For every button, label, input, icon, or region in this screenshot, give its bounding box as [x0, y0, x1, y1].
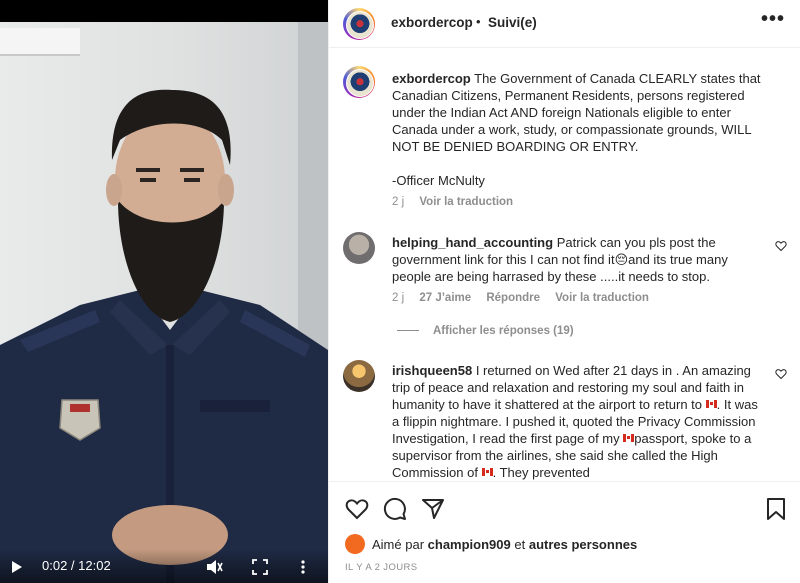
mute-icon[interactable]: [205, 559, 223, 575]
comment-body: irishqueen58 I returned on Wed after 21 …: [392, 362, 762, 480]
liked-by-avatar[interactable]: [345, 534, 365, 554]
video-frame-officer: [0, 89, 328, 583]
caption-avatar[interactable]: [343, 66, 375, 98]
post-actions: Aimé par champion909 et autres personnes…: [329, 481, 800, 583]
reply-button[interactable]: Répondre: [486, 292, 540, 304]
share-icon[interactable]: [421, 497, 445, 521]
liked-by-summary: Aimé par champion909 et autres personnes: [372, 537, 637, 552]
liked-by-prefix: Aimé par: [372, 537, 425, 552]
view-replies-button[interactable]: Afficher les réponses (19): [397, 325, 574, 337]
follow-status-button[interactable]: Suivi(e): [488, 15, 537, 30]
video-time: 0:02 / 12:02: [42, 558, 111, 573]
liked-by-and: et: [514, 537, 526, 552]
caption-signature: -Officer McNulty: [392, 173, 485, 188]
author-avatar[interactable]: [343, 8, 375, 40]
video-controls: 0:02 / 12:02: [0, 549, 328, 583]
caption-translate-link[interactable]: Voir la traduction: [419, 196, 513, 208]
comment-username[interactable]: helping_hand_accounting: [392, 235, 553, 250]
comment-body: helping_hand_accounting Patrick can you …: [392, 234, 762, 285]
video-more-icon[interactable]: [295, 559, 311, 575]
post-panel: exbordercop • Suivi(e) ••• exbordercop T…: [328, 0, 800, 583]
author-username[interactable]: exbordercop: [391, 15, 473, 30]
commenter-avatar[interactable]: [343, 232, 375, 264]
canada-flag-icon: [705, 400, 717, 408]
liked-by-others-link[interactable]: autres personnes: [529, 537, 637, 552]
caption-meta: 2 j Voir la traduction: [392, 196, 525, 208]
caption-age: 2 j: [392, 196, 405, 208]
comment-like-icon[interactable]: [775, 240, 787, 252]
play-icon[interactable]: [12, 561, 22, 573]
post-header: exbordercop • Suivi(e) •••: [329, 0, 800, 48]
view-replies-label: Afficher les réponses (19): [433, 325, 574, 337]
fullscreen-icon[interactable]: [252, 559, 268, 575]
more-options-icon[interactable]: •••: [761, 8, 785, 31]
comment-emoji: 😔: [614, 252, 629, 267]
header-separator: •: [476, 14, 481, 29]
comment-username[interactable]: irishqueen58: [392, 363, 472, 378]
video-player[interactable]: 0:02 / 12:02: [0, 0, 328, 583]
caption-body: exbordercop The Government of Canada CLE…: [392, 70, 762, 155]
comment-icon[interactable]: [383, 497, 407, 521]
replies-divider: [397, 330, 419, 332]
comment-meta: 2 j 27 J’aime Répondre Voir la traductio…: [392, 292, 661, 304]
caption-username[interactable]: exbordercop: [392, 71, 471, 86]
commenter-avatar[interactable]: [343, 360, 375, 392]
post-date[interactable]: IL Y A 2 JOURS: [345, 562, 418, 573]
comment-text-part: . They prevented: [492, 465, 590, 480]
bookmark-icon[interactable]: [765, 497, 787, 521]
comment-age: 2 j: [392, 292, 405, 304]
comments-list[interactable]: exbordercop The Government of Canada CLE…: [329, 49, 800, 480]
canada-flag-icon: [481, 468, 493, 476]
heart-icon[interactable]: [345, 497, 369, 521]
canada-flag-icon: [623, 434, 635, 442]
comment-likes-count[interactable]: 27 J’aime: [419, 292, 471, 304]
comment-like-icon[interactable]: [775, 368, 787, 380]
comment-translate-link[interactable]: Voir la traduction: [555, 292, 649, 304]
liked-by-user-link[interactable]: champion909: [428, 537, 511, 552]
